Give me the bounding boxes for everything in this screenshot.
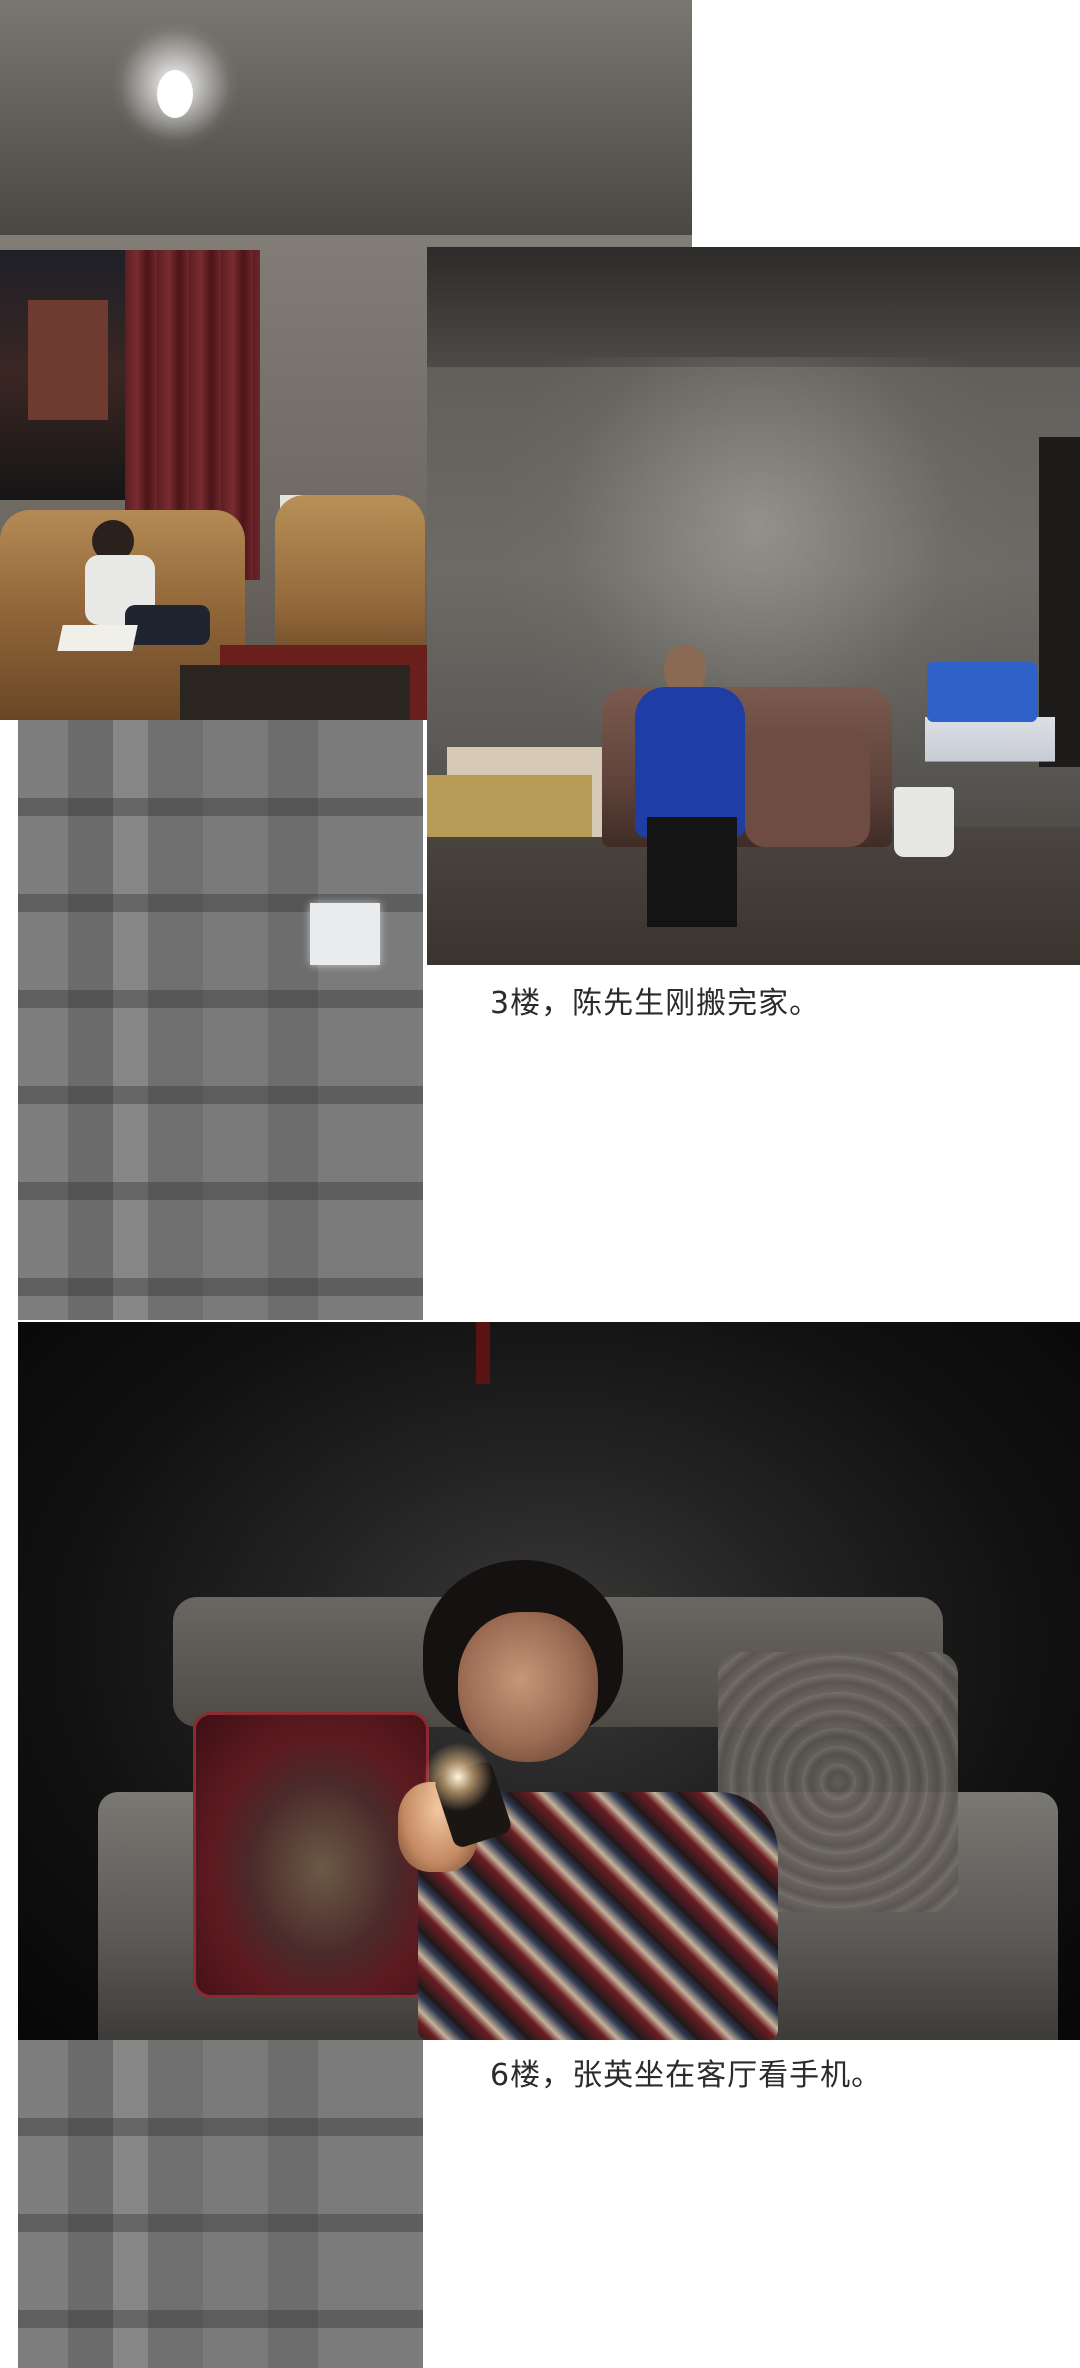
photo-man-blue-uniform: [635, 687, 745, 837]
photo-desk-toy: [927, 662, 1037, 722]
photo-building-facade-top: [18, 720, 423, 1320]
photo-floor: [427, 827, 1080, 965]
photo-ceiling: [427, 247, 1080, 367]
photo-screen-glow: [423, 1742, 493, 1812]
photo-wood-panel: [427, 775, 592, 837]
photo-caption: 3楼，陈先生刚搬完家。: [490, 986, 821, 1021]
photo-window-building: [28, 300, 108, 420]
photo-pillow-left: [193, 1712, 429, 1998]
photo-sofa-arm: [745, 727, 870, 847]
photo-book: [57, 625, 138, 651]
photo-caption: 6楼，张英坐在客厅看手机。: [490, 2058, 883, 2093]
light-bulb: [157, 70, 193, 118]
photo-building-facade-bottom: [18, 2040, 423, 2368]
photo-table: [180, 665, 410, 720]
photo-bucket: [894, 787, 954, 857]
photo-man-legs: [647, 817, 737, 927]
photo-red-ornament: [476, 1322, 490, 1384]
photo-woman-with-phone: [18, 1322, 1080, 2040]
photo-lit-window: [310, 903, 380, 965]
photo-ceiling: [0, 0, 692, 240]
photo-man-on-sofa: [427, 247, 1080, 965]
photo-woman-face: [458, 1612, 598, 1762]
